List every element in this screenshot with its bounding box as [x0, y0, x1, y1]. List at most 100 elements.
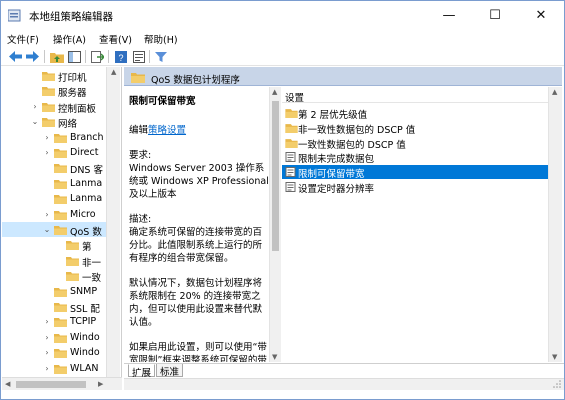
tree-item-label: 一致: [82, 273, 102, 285]
expand-arrow-icon: [31, 71, 39, 80]
collapse-arrow-icon[interactable]: ⌄: [43, 225, 51, 234]
policy-title: 限制可保留带宽: [129, 96, 196, 107]
folder-icon: [54, 195, 67, 205]
expand-arrow-icon[interactable]: ›: [43, 333, 51, 342]
tree-vertical-scrollbar[interactable]: ▲: [106, 67, 120, 377]
tree-item-label: Windo: [70, 347, 100, 359]
expand-arrow-icon[interactable]: ›: [43, 210, 51, 219]
toolbar-separator: [85, 50, 86, 63]
tree-item[interactable]: › TCPIP: [2, 314, 120, 329]
tree-item[interactable]: 打印机: [2, 68, 120, 84]
back-icon[interactable]: [8, 49, 23, 64]
list-item-label: 一致性数据包的 DSCP 值: [298, 139, 406, 151]
list-item-setting[interactable]: 限制可保留带宽: [282, 165, 548, 180]
minimize-button[interactable]: —: [426, 1, 472, 30]
menu-bar: 文件(F) 操作(A) 查看(V) 帮助(H): [1, 30, 564, 47]
list-item-label: 限制未完成数据包: [298, 154, 375, 166]
tree-item-label: Direct: [70, 147, 99, 158]
folder-icon: [42, 72, 55, 81]
requirements-block: 要求: Windows Server 2003 操作系统或 Windows XP …: [129, 149, 269, 201]
tree-item[interactable]: › Micro: [2, 207, 120, 222]
tree-item[interactable]: › Direct: [2, 145, 120, 160]
tab-extended[interactable]: 扩展: [128, 364, 156, 379]
edit-prefix: 编辑: [129, 125, 149, 136]
tree-item[interactable]: › 控制面板: [2, 99, 120, 115]
tree-item[interactable]: SNMP: [2, 284, 120, 299]
menu-action[interactable]: 操作(A): [53, 32, 86, 46]
list-item-setting[interactable]: 设置定时器分辨率: [282, 180, 548, 195]
menu-help[interactable]: 帮助(H): [144, 32, 178, 46]
tree-item[interactable]: Lanma: [2, 176, 120, 191]
toolbar-separator: [108, 50, 109, 63]
edit-policy-link[interactable]: 策略设置: [148, 125, 186, 136]
expand-arrow-icon[interactable]: ›: [43, 133, 51, 142]
tab-standard[interactable]: 标准: [156, 364, 184, 378]
requirements-label: 要求:: [129, 150, 152, 161]
policy-setting-icon: [285, 167, 296, 178]
help-icon[interactable]: ?: [113, 49, 128, 64]
folder-icon: [54, 149, 67, 158]
tree-item-label: 服务器: [58, 88, 87, 100]
tree-item[interactable]: SSL 配: [2, 299, 120, 315]
list-item-label: 设置定时器分辨率: [298, 184, 375, 195]
tree-item[interactable]: › Windo: [2, 345, 120, 360]
expand-arrow-icon[interactable]: ›: [43, 148, 51, 157]
folder-icon: [54, 287, 67, 297]
list-item-folder[interactable]: 第 2 层优先级值: [282, 106, 548, 121]
policy-setting-icon: [285, 182, 296, 192]
tree-item[interactable]: › Windo: [2, 330, 120, 345]
menu-file[interactable]: 文件(F): [7, 32, 39, 46]
expand-arrow-icon[interactable]: ›: [43, 317, 51, 326]
expand-arrow-icon: [55, 240, 63, 249]
folder-icon: [66, 241, 79, 251]
tree-item[interactable]: DNS 客: [2, 160, 120, 176]
folder-icon: [285, 123, 298, 133]
tree-item[interactable]: 服务器: [2, 83, 120, 100]
collapse-arrow-icon[interactable]: ⌄: [31, 117, 39, 126]
filter-icon[interactable]: [153, 49, 168, 64]
tree-item[interactable]: › WLAN: [2, 361, 120, 376]
tree-horizontal-scrollbar[interactable]: ◀ ▶: [2, 377, 122, 390]
up-folder-icon[interactable]: [49, 49, 64, 64]
description-block: 描述: 确定系统可保留的连接带宽的百分比。此值限制系统上运行的所有程序的组合带宽保…: [129, 213, 269, 265]
show-hide-tree-icon[interactable]: [67, 49, 82, 64]
tree-item-label: 打印机: [58, 73, 87, 84]
tree-item[interactable]: 第: [2, 237, 120, 253]
tree-item-label: SNMP: [70, 285, 98, 297]
menu-view[interactable]: 查看(V): [99, 32, 132, 46]
tree-item[interactable]: › Branch: [2, 130, 120, 145]
policy-folder-header: QoS 数据包计划程序: [124, 67, 562, 86]
list-item-setting[interactable]: 限制未完成数据包: [282, 150, 548, 166]
export-list-icon[interactable]: [90, 49, 105, 64]
maximize-button[interactable]: ☐: [472, 1, 518, 30]
folder-icon: [66, 256, 79, 266]
list-item-folder[interactable]: 非一致性数据包的 DSCP 值: [282, 121, 548, 136]
description-scrollbar[interactable]: ▲ ▼: [269, 87, 281, 362]
tree-item[interactable]: Lanma: [2, 191, 120, 206]
expand-arrow-icon[interactable]: ›: [43, 348, 51, 357]
folder-icon: [285, 109, 298, 118]
folder-icon: [42, 118, 55, 128]
expand-arrow-icon[interactable]: ›: [43, 364, 51, 373]
forward-icon[interactable]: [25, 49, 40, 64]
close-button[interactable]: ✕: [518, 1, 564, 30]
toolbar-separator: [149, 50, 150, 63]
default-text: 默认情况下，数据包计划程序将系统限制在 20% 的连接带宽之内，但可以使用此设置…: [129, 278, 263, 328]
resize-grip-icon[interactable]: [553, 380, 561, 388]
list-item-label: 非一致性数据包的 DSCP 值: [298, 124, 416, 136]
folder-icon: [54, 318, 67, 328]
folder-icon: [54, 226, 67, 235]
column-header-setting[interactable]: 设置: [282, 87, 558, 104]
tree-item[interactable]: 一致: [2, 268, 120, 285]
list-item-folder[interactable]: 一致性数据包的 DSCP 值: [282, 136, 548, 151]
svg-text:?: ?: [118, 53, 123, 63]
tree-item[interactable]: 非一: [2, 253, 120, 269]
tree-item[interactable]: ⌄ 网络: [2, 114, 120, 130]
tree-item[interactable]: ⌄ QoS 数: [2, 222, 120, 238]
properties-icon[interactable]: [131, 49, 146, 64]
main-window: 本地组策略编辑器 — ☐ ✕ 文件(F) 操作(A) 查看(V) 帮助(H) ?: [0, 0, 565, 400]
folder-icon: [131, 73, 145, 83]
expand-arrow-icon[interactable]: ›: [31, 102, 39, 111]
folder-icon: [54, 133, 67, 143]
list-scrollbar[interactable]: ▲ ▼: [548, 87, 562, 362]
